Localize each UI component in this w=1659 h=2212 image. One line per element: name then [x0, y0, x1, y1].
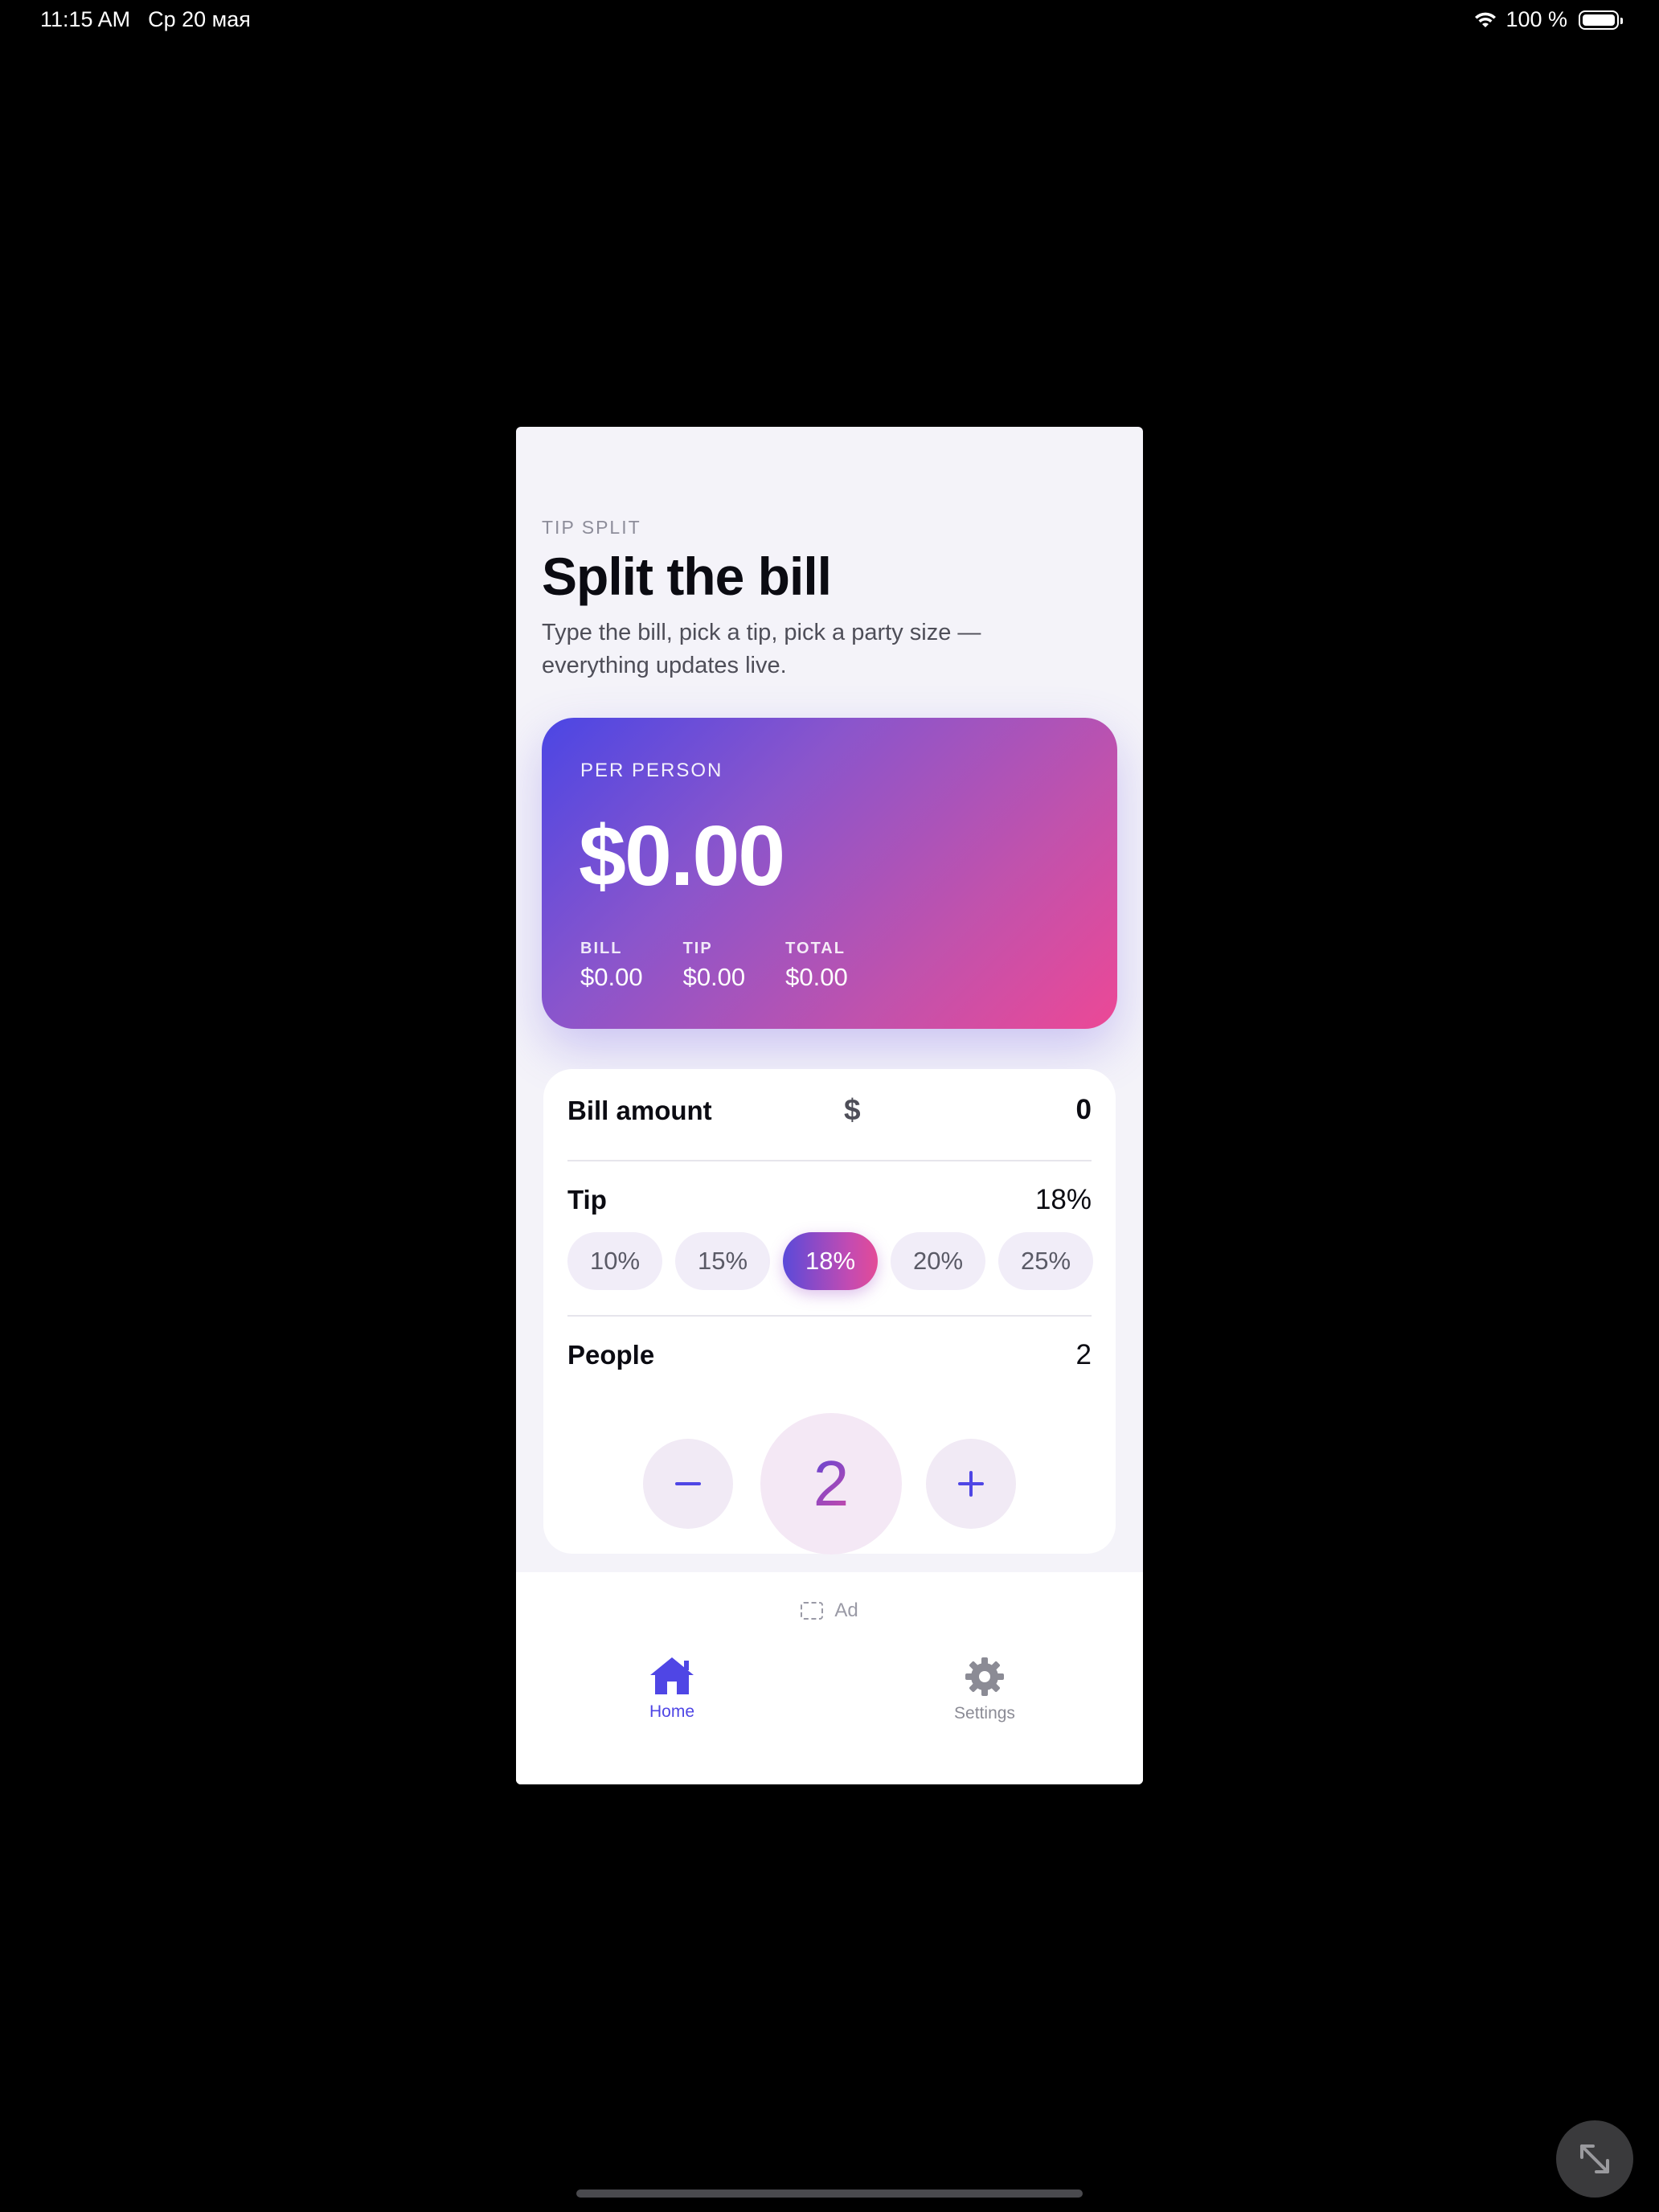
tip-option-20[interactable]: 20%	[891, 1232, 985, 1290]
increase-people-button[interactable]	[926, 1439, 1016, 1529]
bill-amount-label: Bill amount	[567, 1096, 712, 1125]
people-count-display: 2	[760, 1413, 902, 1555]
page-subtitle: Type the bill, pick a tip, pick a party …	[542, 620, 981, 678]
per-person-card: PER PERSON $0.00 BILL $0.00 TIP $0.00 TO…	[542, 718, 1117, 1029]
people-count-number: 2	[813, 1448, 850, 1519]
battery-percent: 100 %	[1505, 7, 1567, 31]
status-time: 11:15 AM	[40, 7, 131, 31]
tip-selected-value: 18%	[1034, 1184, 1092, 1215]
app-window: TIP SPLIT Split the bill Type the bill, …	[516, 427, 1143, 1784]
input-card: Bill amount $ 0 Tip 18% 10% 15% 18% 20% …	[543, 1069, 1116, 1555]
tip-option-15[interactable]: 15%	[675, 1232, 770, 1290]
stat-total: TOTAL $0.00	[785, 940, 848, 992]
ad-icon	[801, 1602, 824, 1620]
home-indicator	[576, 2189, 1083, 2198]
stat-value: $0.00	[785, 963, 848, 991]
stat-value: $0.00	[682, 963, 746, 991]
app-eyebrow: TIP SPLIT	[542, 517, 641, 538]
tab-home[interactable]: Home	[584, 1656, 760, 1722]
bill-amount-input[interactable]: 0	[1076, 1094, 1092, 1126]
stat-value: $0.00	[580, 963, 643, 991]
tip-options: 10% 15% 18% 20% 25%	[567, 1232, 1093, 1290]
tip-option-25[interactable]: 25%	[998, 1232, 1093, 1290]
minus-icon	[675, 1482, 701, 1485]
tab-settings[interactable]: Settings	[896, 1656, 1073, 1723]
people-count-value: 2	[1075, 1339, 1092, 1370]
tip-option-10[interactable]: 10%	[567, 1232, 662, 1290]
ad-label: Ad	[834, 1600, 858, 1621]
stat-label: TOTAL	[785, 940, 846, 957]
gear-icon	[965, 1657, 1004, 1696]
expand-arrows-icon	[1580, 2144, 1609, 2173]
summary-stats: BILL $0.00 TIP $0.00 TOTAL $0.00	[580, 940, 848, 992]
currency-symbol: $	[844, 1093, 861, 1126]
tab-home-label: Home	[649, 1702, 695, 1721]
divider	[567, 1315, 1092, 1317]
divider	[567, 1160, 1092, 1161]
people-label: People	[567, 1340, 655, 1370]
ad-placeholder: Ad	[516, 1600, 1143, 1622]
wifi-icon	[1475, 12, 1497, 27]
status-bar: 11:15 AM Ср 20 мая 100 %	[0, 0, 1659, 40]
bottom-area: Ad Home Settings	[516, 1572, 1143, 1784]
decrease-people-button[interactable]	[643, 1439, 733, 1529]
stat-bill: BILL $0.00	[580, 940, 643, 992]
status-date: Ср 20 мая	[148, 7, 251, 31]
tab-settings-label: Settings	[954, 1704, 1015, 1722]
tip-option-18[interactable]: 18%	[783, 1232, 878, 1290]
per-person-amount: $0.00	[579, 809, 785, 903]
stat-tip: TIP $0.00	[683, 940, 746, 992]
page-title: Split the bill	[542, 547, 832, 606]
expand-button[interactable]	[1556, 2120, 1633, 2198]
stat-label: BILL	[580, 940, 623, 957]
battery-icon	[1579, 10, 1623, 30]
house-icon	[650, 1657, 694, 1694]
plus-icon	[958, 1471, 984, 1497]
per-person-label: PER PERSON	[580, 760, 723, 781]
tip-label: Tip	[567, 1185, 607, 1215]
stat-label: TIP	[682, 940, 713, 957]
